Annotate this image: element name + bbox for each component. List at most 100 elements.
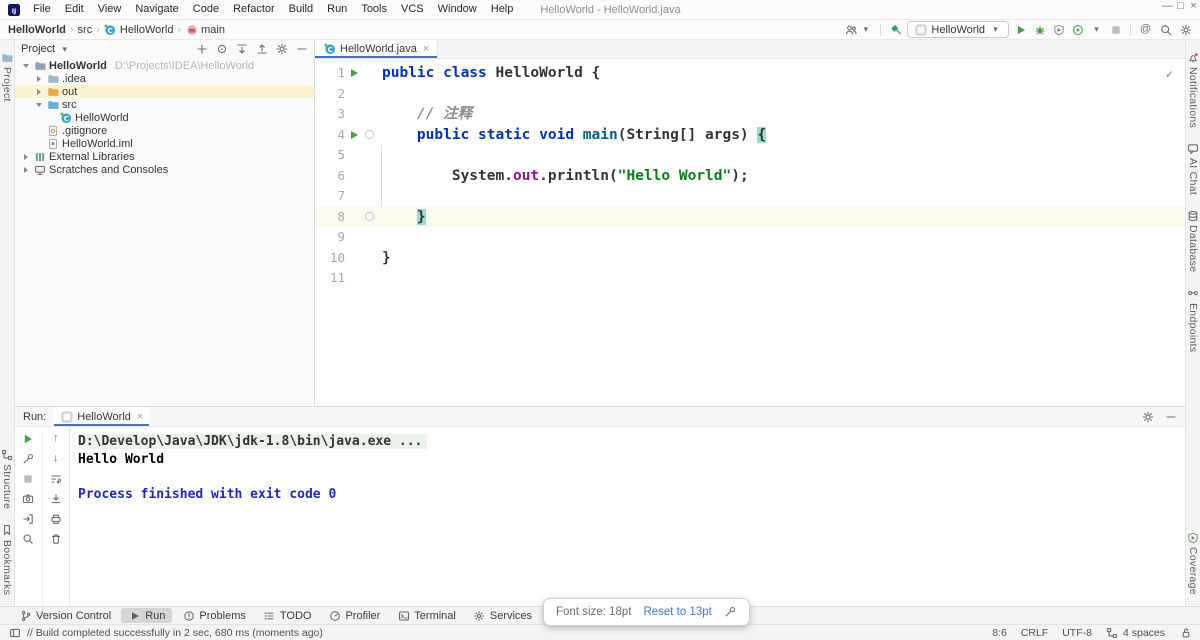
- settings-icon[interactable]: [1179, 23, 1192, 36]
- rerun-icon[interactable]: [22, 432, 35, 445]
- close-window-icon[interactable]: ×: [1187, 0, 1200, 13]
- project-panel-title[interactable]: Project: [21, 43, 55, 55]
- code-with-me-icon[interactable]: @: [1139, 23, 1152, 36]
- add-icon[interactable]: [195, 43, 208, 56]
- hide-icon[interactable]: [1164, 410, 1177, 423]
- line-number[interactable]: 7: [315, 186, 345, 207]
- code-line-7[interactable]: 7: [315, 186, 1185, 207]
- tree-item-scratches-and-consoles[interactable]: Scratches and Consoles: [15, 163, 314, 176]
- run-gutter-icon[interactable]: [345, 131, 363, 139]
- code-line-3[interactable]: 3 // 注释: [315, 104, 1185, 125]
- breadcrumb-item[interactable]: mmain: [185, 23, 225, 36]
- minimize-icon[interactable]: —: [1161, 0, 1174, 13]
- down-icon[interactable]: ↓: [49, 452, 62, 465]
- font-settings-wrench-icon[interactable]: [724, 606, 737, 619]
- menu-run[interactable]: Run: [320, 0, 354, 19]
- menu-view[interactable]: View: [91, 0, 129, 19]
- code-line-4[interactable]: 4 public static void main(String[] args)…: [315, 125, 1185, 146]
- editor-tab-helloworld-java[interactable]: C HelloWorld.java ×: [315, 40, 438, 58]
- code-area[interactable]: ✓ 1public class HelloWorld {23 // 注释4 pu…: [315, 59, 1185, 406]
- dropdown-icon[interactable]: ▾: [58, 43, 71, 56]
- tool-window-button-bookmarks[interactable]: Bookmarks: [1, 524, 14, 595]
- tool-window-button-project[interactable]: Project: [1, 51, 14, 102]
- dump-icon[interactable]: [22, 512, 35, 525]
- expand-all-icon[interactable]: [235, 43, 248, 56]
- tool-window-button-structure[interactable]: Structure: [1, 448, 14, 509]
- dropdown-icon[interactable]: ▾: [1090, 23, 1103, 36]
- collaborators-icon[interactable]: [844, 23, 857, 36]
- settings-icon[interactable]: [275, 43, 288, 56]
- line-separator[interactable]: CRLF: [1021, 627, 1048, 639]
- dropdown-icon[interactable]: ▾: [989, 23, 1002, 36]
- print-icon[interactable]: [49, 512, 62, 525]
- search-everywhere-icon[interactable]: [1159, 23, 1172, 36]
- line-number[interactable]: 11: [315, 268, 345, 289]
- hide-icon[interactable]: [295, 43, 308, 56]
- readonly-lock-icon[interactable]: [1179, 626, 1192, 639]
- tree-item-out[interactable]: out: [15, 85, 314, 98]
- line-number[interactable]: 1: [315, 63, 345, 84]
- scroll-end-icon[interactable]: [49, 492, 62, 505]
- settings-icon[interactable]: [1141, 410, 1154, 423]
- reset-font-size-link[interactable]: Reset to 13pt: [643, 606, 711, 618]
- search-icon[interactable]: [22, 532, 35, 545]
- inspection-ok-icon[interactable]: ✓: [1166, 64, 1173, 85]
- tree-item--idea[interactable]: .idea: [15, 72, 314, 85]
- run-configuration-select[interactable]: HelloWorld ▾: [907, 21, 1009, 38]
- edit-config-icon[interactable]: [22, 452, 35, 465]
- code-line-8[interactable]: 8 }: [315, 207, 1185, 228]
- menu-edit[interactable]: Edit: [58, 0, 91, 19]
- menu-build[interactable]: Build: [282, 0, 320, 19]
- build-hammer-icon[interactable]: [889, 23, 902, 36]
- breadcrumb-item[interactable]: CHelloWorld: [104, 23, 174, 36]
- screenshot-icon[interactable]: [22, 492, 35, 505]
- tree-item-helloworld-iml[interactable]: HelloWorld.iml: [15, 137, 314, 150]
- indent-widget[interactable]: 4 spaces: [1106, 626, 1165, 639]
- chevron-right-icon[interactable]: [21, 154, 30, 160]
- chevron-right-icon[interactable]: [21, 167, 30, 173]
- debug-icon[interactable]: [1033, 23, 1046, 36]
- tool-window-button-database[interactable]: Database: [1187, 209, 1200, 272]
- tool-window-button-coverage[interactable]: Coverage: [1187, 531, 1200, 595]
- soft-wrap-icon[interactable]: [49, 472, 62, 485]
- run-icon[interactable]: [1014, 23, 1027, 36]
- tool-window-toggle-icon[interactable]: [8, 626, 21, 639]
- code-line-2[interactable]: 2: [315, 84, 1185, 105]
- menu-vcs[interactable]: VCS: [394, 0, 431, 19]
- run-gutter-icon[interactable]: [345, 69, 363, 77]
- maximize-icon[interactable]: □: [1174, 0, 1187, 13]
- close-tab-icon[interactable]: ×: [423, 43, 429, 55]
- coverage-icon[interactable]: [1052, 23, 1065, 36]
- line-number[interactable]: 8: [315, 207, 345, 228]
- chevron-right-icon[interactable]: [34, 76, 43, 82]
- menu-refactor[interactable]: Refactor: [226, 0, 282, 19]
- breadcrumb-item[interactable]: src: [78, 24, 93, 36]
- tool-window-button-notifications[interactable]: Notifications: [1187, 51, 1200, 128]
- tree-item-helloworld[interactable]: CHelloWorld: [15, 111, 314, 124]
- line-number[interactable]: 6: [315, 166, 345, 187]
- tool-window-bar-version-control[interactable]: Version Control: [12, 608, 118, 623]
- line-number[interactable]: 9: [315, 227, 345, 248]
- tree-item-external-libraries[interactable]: External Libraries: [15, 150, 314, 163]
- menu-window[interactable]: Window: [431, 0, 484, 19]
- menu-code[interactable]: Code: [186, 0, 226, 19]
- code-line-5[interactable]: 5: [315, 145, 1185, 166]
- dropdown-icon[interactable]: ▾: [859, 23, 872, 36]
- line-number[interactable]: 4: [315, 125, 345, 146]
- code-line-9[interactable]: 9: [315, 227, 1185, 248]
- line-number[interactable]: 2: [315, 84, 345, 105]
- caret-position[interactable]: 8:6: [992, 627, 1007, 639]
- close-run-tab-icon[interactable]: ×: [137, 411, 143, 423]
- tool-window-button-endpoints[interactable]: Endpoints: [1187, 287, 1200, 352]
- menu-navigate[interactable]: Navigate: [128, 0, 185, 19]
- stop-icon[interactable]: [1109, 23, 1122, 36]
- tool-window-bar-profiler[interactable]: Profiler: [321, 608, 387, 623]
- stop-icon[interactable]: [22, 472, 35, 485]
- breadcrumb-item[interactable]: HelloWorld: [8, 24, 66, 36]
- tree-item--gitignore[interactable]: .gitignore: [15, 124, 314, 137]
- tool-window-bar-problems[interactable]: Problems: [175, 608, 252, 623]
- tree-item-helloworld[interactable]: HelloWorldD:\Projects\IDEA\HelloWorld: [15, 59, 314, 72]
- code-line-10[interactable]: 10}: [315, 248, 1185, 269]
- profiler-icon[interactable]: [1071, 23, 1084, 36]
- file-encoding[interactable]: UTF-8: [1062, 627, 1092, 639]
